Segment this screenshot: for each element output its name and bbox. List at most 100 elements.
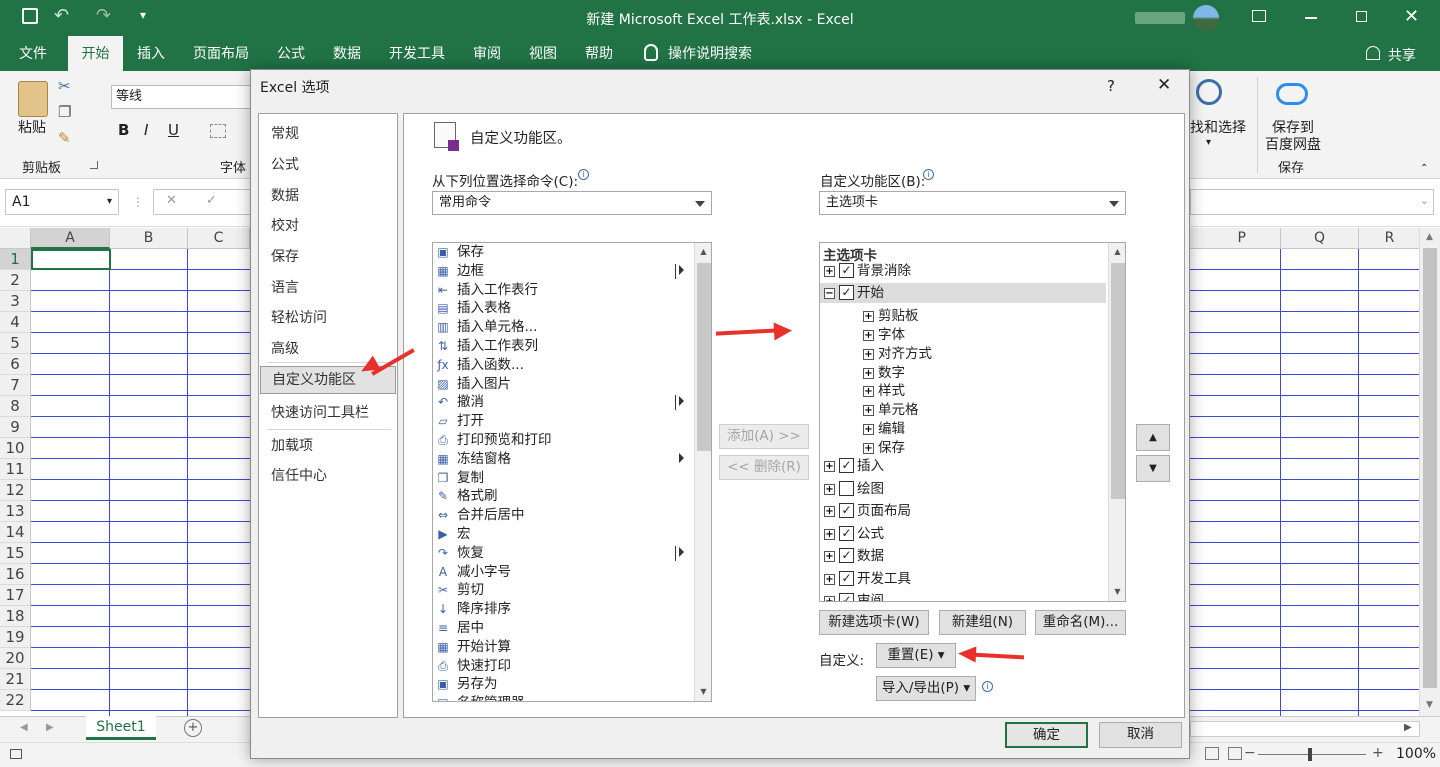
command-item[interactable]: ≡ 居中 [433,619,692,638]
row-header[interactable]: 18 [0,606,31,627]
sheet-next-icon[interactable]: ▶ [46,722,54,733]
row-header[interactable]: 14 [0,522,31,543]
tree-node[interactable]: + 数字 [820,363,1106,383]
tree-node[interactable]: + 保存 [820,438,1106,458]
row-header[interactable]: 22 [0,690,31,711]
collapse-icon[interactable]: − [824,288,835,299]
checkbox[interactable]: ✓ [839,571,854,586]
command-item[interactable]: ▥ 插入单元格... [433,318,692,337]
zoom-slider-thumb[interactable] [1308,748,1312,761]
command-item[interactable]: ↓ 降序排序 [433,600,692,619]
expand-icon[interactable]: + [863,368,874,379]
tree-node[interactable]: + 剪贴板 [820,306,1106,326]
zoom-out-icon[interactable]: − [1244,745,1256,761]
cancel-formula-icon[interactable]: ✕ [166,193,177,208]
sheet-tab[interactable]: Sheet1 [86,716,156,740]
scroll-thumb[interactable] [697,263,711,451]
horizontal-scrollbar[interactable] [1190,721,1420,737]
find-select-icon[interactable] [1196,79,1222,105]
row-header[interactable]: 17 [0,585,31,606]
tree-node[interactable]: + 字体 [820,325,1106,345]
scroll-thumb[interactable] [1111,263,1125,499]
category-item[interactable]: 快速访问工具栏 [271,401,393,425]
category-item[interactable]: 轻松访问 [271,306,393,330]
category-item[interactable]: 信任中心 [271,464,393,488]
share-icon[interactable] [1366,46,1380,60]
underline-icon[interactable]: U [168,121,179,139]
scroll-up-icon[interactable]: ▲ [1109,243,1125,260]
select-all-corner[interactable] [0,228,31,249]
expand-icon[interactable]: + [824,574,835,585]
collapse-ribbon-icon[interactable]: ⌃ [1420,163,1428,174]
command-item[interactable]: ▣ 另存为 [433,675,692,694]
row-header[interactable]: 9 [0,417,31,438]
italic-icon[interactable]: I [144,121,148,139]
format-painter-icon[interactable]: ✎ [58,129,71,147]
copy-icon[interactable]: ❐ [58,103,71,121]
row-header[interactable]: 3 [0,291,31,312]
category-item[interactable]: 加载项 [271,434,393,458]
expand-icon[interactable]: + [863,443,874,454]
row-header[interactable]: 10 [0,438,31,459]
zoom-level[interactable]: 100% [1396,746,1436,762]
scroll-down-icon[interactable]: ▼ [1109,583,1125,600]
row-header[interactable]: 2 [0,270,31,291]
zoom-in-icon[interactable]: + [1372,745,1384,761]
tree-node[interactable]: + ✓ 公式 [820,524,1106,544]
minimize-icon[interactable] [1305,17,1317,19]
tab-help[interactable]: 帮助 [576,36,622,71]
page-layout-view-icon[interactable] [1205,747,1219,760]
row-header[interactable]: 6 [0,354,31,375]
column-header[interactable]: Q [1281,228,1359,249]
row-header[interactable]: 15 [0,543,31,564]
import-export-button[interactable]: 导入/导出(P) ▾ [876,676,976,701]
row-header[interactable]: 1 [0,249,31,270]
dialog-launcher-icon[interactable] [90,161,98,169]
name-box-dropdown-icon[interactable]: ▾ [107,190,112,214]
macro-record-icon[interactable] [10,749,22,759]
category-item[interactable]: 语言 [271,276,393,300]
reset-button[interactable]: 重置(E) ▾ [876,643,956,668]
move-down-button[interactable]: ▼ [1136,455,1170,482]
tree-node[interactable]: − ✓ 开始 [820,283,1106,303]
bold-icon[interactable]: B [118,121,129,139]
expand-icon[interactable]: + [824,529,835,540]
checkbox[interactable]: ✓ [839,285,854,300]
expand-icon[interactable]: + [863,386,874,397]
customize-ribbon-dropdown[interactable]: 主选项卡 [819,191,1126,215]
ribbon-display-options-icon[interactable] [1252,10,1266,22]
expand-icon[interactable]: + [863,424,874,435]
find-select-button[interactable]: 找和选择 [1190,117,1246,137]
sheet-prev-icon[interactable]: ◀ [20,722,28,733]
column-header[interactable]: B [110,228,188,249]
paste-button[interactable]: 粘贴 [18,117,46,137]
page-break-view-icon[interactable] [1228,747,1242,760]
category-item[interactable]: 公式 [271,153,393,177]
tree-node[interactable]: + ✓ 页面布局 [820,501,1106,521]
avatar[interactable] [1193,5,1219,31]
command-item[interactable]: ⇔ 合并后居中 [433,506,692,525]
cancel-button[interactable]: 取消 [1099,722,1182,748]
formula-input[interactable]: ⌄ [1190,189,1434,215]
command-item[interactable]: ⎙ 快速打印 [433,657,692,676]
command-item[interactable]: ▨ 插入图片 [433,375,692,394]
tab-developer[interactable]: 开发工具 [380,36,454,71]
borders-icon[interactable] [210,124,226,138]
checkbox[interactable]: ✓ [839,526,854,541]
expand-icon[interactable]: + [863,330,874,341]
move-up-button[interactable]: ▲ [1136,424,1170,451]
command-item[interactable]: ✂ 剪切 [433,581,692,600]
expand-formula-icon[interactable]: ⌄ [1420,194,1429,207]
row-header[interactable]: 8 [0,396,31,417]
tree-node[interactable]: + 对齐方式 [820,344,1106,364]
find-select-dropdown-icon[interactable]: ▾ [1206,137,1211,148]
command-item[interactable]: ▱ 打开 [433,412,692,431]
tab-formulas[interactable]: 公式 [268,36,314,71]
category-item[interactable]: 高级 [271,337,393,361]
active-cell-a1[interactable] [31,249,111,270]
tree-node[interactable]: + 绘图 [820,479,1106,499]
command-item[interactable]: ▦ 边框 [433,262,692,281]
tab-home[interactable]: 开始 [68,36,123,71]
font-name-box[interactable]: 等线 [111,85,253,109]
command-item[interactable]: ▦ 冻结窗格 [433,450,692,469]
